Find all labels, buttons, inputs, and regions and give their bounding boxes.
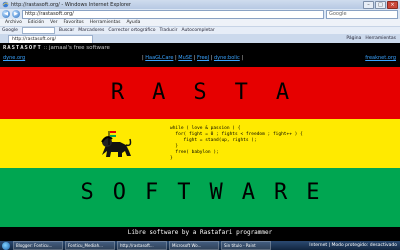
footer-tagline: Libre software by a Rastafari programmer xyxy=(127,229,273,236)
status-text: Internet | Modo protegido: desactivado xyxy=(309,243,397,248)
project-links: | HaaGLCare | MuSE | FreeJ | dyne:bolic … xyxy=(142,55,244,61)
code-poem: while ( love & passion ) { for( fight = … xyxy=(170,126,303,161)
taskbar-item[interactable]: Microsoft Wo... xyxy=(169,241,219,250)
menu-bar: Archivo Edición Ver Favoritos Herramient… xyxy=(0,19,400,26)
start-button[interactable] xyxy=(2,241,10,250)
site-tagline: :: jamaal's free software xyxy=(43,45,110,51)
address-row: ◀ ▶ http://rastasoft.org/ Google xyxy=(0,9,400,19)
toolbar-buscar[interactable]: Buscar xyxy=(59,28,74,33)
internet-explorer-icon xyxy=(2,1,9,8)
google-toolbar: Google Buscar Marcadores Corrector ortog… xyxy=(0,26,400,34)
maximize-button[interactable]: □ xyxy=(375,0,386,9)
banner-word-software: SOFTWARE xyxy=(80,180,339,205)
page-menu[interactable]: Página xyxy=(346,36,361,41)
link-freaknet-org[interactable]: freaknet.org xyxy=(365,55,396,61)
link-dyne-org[interactable]: dyne.org xyxy=(3,55,25,61)
site-brand: RASTASOFT xyxy=(3,45,42,51)
toolbar-google-label: Google xyxy=(2,28,18,33)
lion-of-judah-icon xyxy=(101,131,132,157)
forward-button[interactable]: ▶ xyxy=(12,10,20,18)
site-header: RASTASOFT :: jamaal's free software xyxy=(3,45,110,51)
toolbar-corrector[interactable]: Corrector ortográfico xyxy=(108,28,155,33)
taskbar-item[interactable]: Blogger: Fonticu... xyxy=(13,241,63,250)
taskbar-item[interactable]: Fonticu_Mediah... xyxy=(65,241,115,250)
link-muse[interactable]: MuSE xyxy=(178,55,192,61)
banner-word-rasta: RASTA xyxy=(110,80,318,105)
menu-herramientas[interactable]: Herramientas xyxy=(90,20,121,25)
menu-archivo[interactable]: Archivo xyxy=(5,20,22,25)
link-haaglcare[interactable]: HaaGLCare xyxy=(145,55,173,61)
tab-rastasoft[interactable]: http://rastasoft.org/ xyxy=(8,34,93,43)
link-dynebolic[interactable]: dyne:bolic xyxy=(214,55,240,61)
toolbar-marcadores[interactable]: Marcadores xyxy=(78,28,104,33)
search-input[interactable]: Google xyxy=(326,9,398,19)
taskbar-item[interactable]: Sin título - Paint xyxy=(221,241,271,250)
toolbar-search-field[interactable] xyxy=(21,27,55,34)
menu-ver[interactable]: Ver xyxy=(50,20,57,25)
menu-favoritos[interactable]: Favoritos xyxy=(63,20,83,25)
site-nav: dyne.org | HaaGLCare | MuSE | FreeJ | dy… xyxy=(0,55,400,63)
close-button[interactable]: × xyxy=(387,0,398,9)
toolbar-traducir[interactable]: Traducir xyxy=(159,28,177,33)
link-freej[interactable]: FreeJ xyxy=(197,55,209,61)
page-viewport: RASTASOFT :: jamaal's free software dyne… xyxy=(0,43,400,241)
address-bar[interactable]: http://rastasoft.org/ xyxy=(22,9,324,19)
tools-menu[interactable]: Herramientas xyxy=(365,36,396,41)
windows-taskbar: Blogger: Fonticu... Fonticu_Mediah... ht… xyxy=(0,241,400,250)
taskbar-item[interactable]: http://rastasoft... xyxy=(117,241,167,250)
minimize-button[interactable]: – xyxy=(363,0,374,9)
back-button[interactable]: ◀ xyxy=(2,10,10,18)
window-titlebar: http://rastasoft.org/ - Windows Internet… xyxy=(0,0,400,9)
window-title: http://rastasoft.org/ - Windows Internet… xyxy=(11,1,131,8)
toolbar-autocompletar[interactable]: Autocompletar xyxy=(181,28,214,33)
menu-edicion[interactable]: Edición xyxy=(28,20,44,25)
menu-ayuda[interactable]: Ayuda xyxy=(126,20,140,25)
